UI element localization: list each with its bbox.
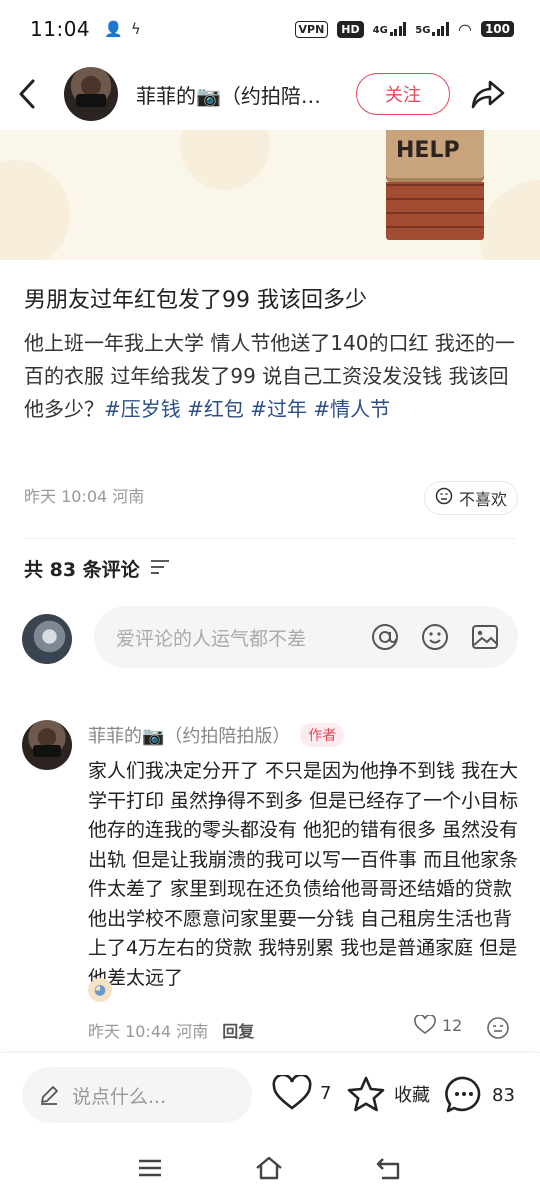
say-something-input[interactable]: 说点什么... <box>22 1067 252 1123</box>
heart-icon <box>272 1075 312 1110</box>
menu-icon[interactable] <box>136 1154 166 1182</box>
comment-more-icon[interactable] <box>486 1016 510 1040</box>
say-placeholder: 说点什么... <box>72 1085 167 1108</box>
comment-like-count: 12 <box>442 1015 463 1035</box>
status-left-icons: 👤 ϟ <box>104 20 141 38</box>
commenter-header: 菲菲的📷（约拍陪拍版） 作者 <box>88 722 345 748</box>
emoji-icon[interactable] <box>418 620 452 654</box>
battery-icon: 100 <box>480 21 514 37</box>
comment-count[interactable]: 共 83 条评论 <box>24 555 170 582</box>
author-badge: 作者 <box>300 723 345 747</box>
back-nav-icon[interactable] <box>374 1154 404 1182</box>
heart-icon <box>414 1015 436 1034</box>
divider <box>24 538 516 539</box>
commenter-name[interactable]: 菲菲的📷（约拍陪拍版） <box>88 722 290 748</box>
home-icon[interactable] <box>254 1154 284 1182</box>
crying-emoji-icon: ◕ <box>88 978 112 1002</box>
star-icon <box>347 1076 385 1112</box>
collect-button[interactable]: 收藏 <box>346 1075 430 1113</box>
collect-label: 收藏 <box>394 1085 430 1106</box>
comment-total: 83 <box>492 1084 515 1106</box>
bottom-action-bar: 说点什么... 7 收藏 83 <box>0 1052 540 1140</box>
like-button[interactable]: 7 <box>272 1075 331 1111</box>
pencil-icon <box>41 1086 58 1105</box>
status-bar: 11:04 👤 ϟ VPN HD 4G 5G ◠ 100 <box>0 0 540 58</box>
post-meta: 昨天 10:04 河南 <box>24 487 145 506</box>
back-icon[interactable] <box>18 74 46 114</box>
top-nav: 菲菲的📷（约拍陪… 关注 <box>0 58 540 130</box>
image-icon[interactable] <box>468 620 502 654</box>
comment-meta: 昨天 10:44 河南 回复 <box>88 1018 254 1042</box>
author-name[interactable]: 菲菲的📷（约拍陪… <box>136 80 344 109</box>
comment-input[interactable]: 爱评论的人运气都不差 <box>94 606 518 668</box>
tag-link[interactable]: #红包 <box>187 397 244 421</box>
wifi-icon: ◠ <box>457 19 472 39</box>
tag-link[interactable]: #过年 <box>250 397 307 421</box>
my-avatar[interactable] <box>22 614 72 664</box>
commenter-avatar[interactable] <box>22 720 72 770</box>
sort-icon[interactable] <box>150 558 170 580</box>
help-sign-illustration: HELP <box>386 130 484 240</box>
vpn-icon: VPN <box>294 20 329 38</box>
lightning-icon: ϟ <box>130 20 141 38</box>
signal-4g-icon: 4G <box>373 22 407 36</box>
tag-link[interactable]: #压岁钱 <box>104 397 181 421</box>
hd-icon: HD <box>337 20 364 38</box>
status-time: 11:04 <box>30 17 91 41</box>
follow-button[interactable]: 关注 <box>356 73 450 115</box>
system-nav-bar <box>0 1140 540 1199</box>
comment-body[interactable]: 家人们我决定分开了 不只是因为他挣不到钱 我在大学干打印 虽然挣得不到多 但是已… <box>88 757 520 993</box>
comment-like-button[interactable]: 12 <box>414 1015 462 1035</box>
user-add-icon: 👤 <box>104 20 123 38</box>
share-icon[interactable] <box>470 76 506 112</box>
tag-link[interactable]: #情人节 <box>313 397 390 421</box>
face-icon <box>435 487 453 509</box>
comment-button[interactable]: 83 <box>444 1075 515 1115</box>
like-count: 7 <box>320 1082 332 1104</box>
comment-time-location: 昨天 10:44 河南 <box>88 1022 209 1041</box>
post-body: 他上班一年我上大学 情人节他送了140的口红 我还的一百的衣服 过年给我发了99… <box>24 327 516 426</box>
status-right-icons: VPN HD 4G 5G ◠ 100 <box>294 19 514 39</box>
post-image[interactable]: HELP <box>0 130 540 260</box>
signal-5g-icon: 5G <box>415 22 449 36</box>
mention-icon[interactable] <box>368 620 402 654</box>
dislike-button[interactable]: 不喜欢 <box>424 481 518 515</box>
post-title: 男朋友过年红包发了99 我该回多少 <box>24 288 367 313</box>
comment-input-placeholder: 爱评论的人运气都不差 <box>116 627 307 650</box>
reply-button[interactable]: 回复 <box>222 1018 254 1042</box>
comment-count-label: 共 83 条评论 <box>24 559 140 581</box>
author-avatar[interactable] <box>64 67 118 121</box>
dislike-label: 不喜欢 <box>458 490 507 509</box>
chat-bubble-icon <box>445 1076 481 1113</box>
